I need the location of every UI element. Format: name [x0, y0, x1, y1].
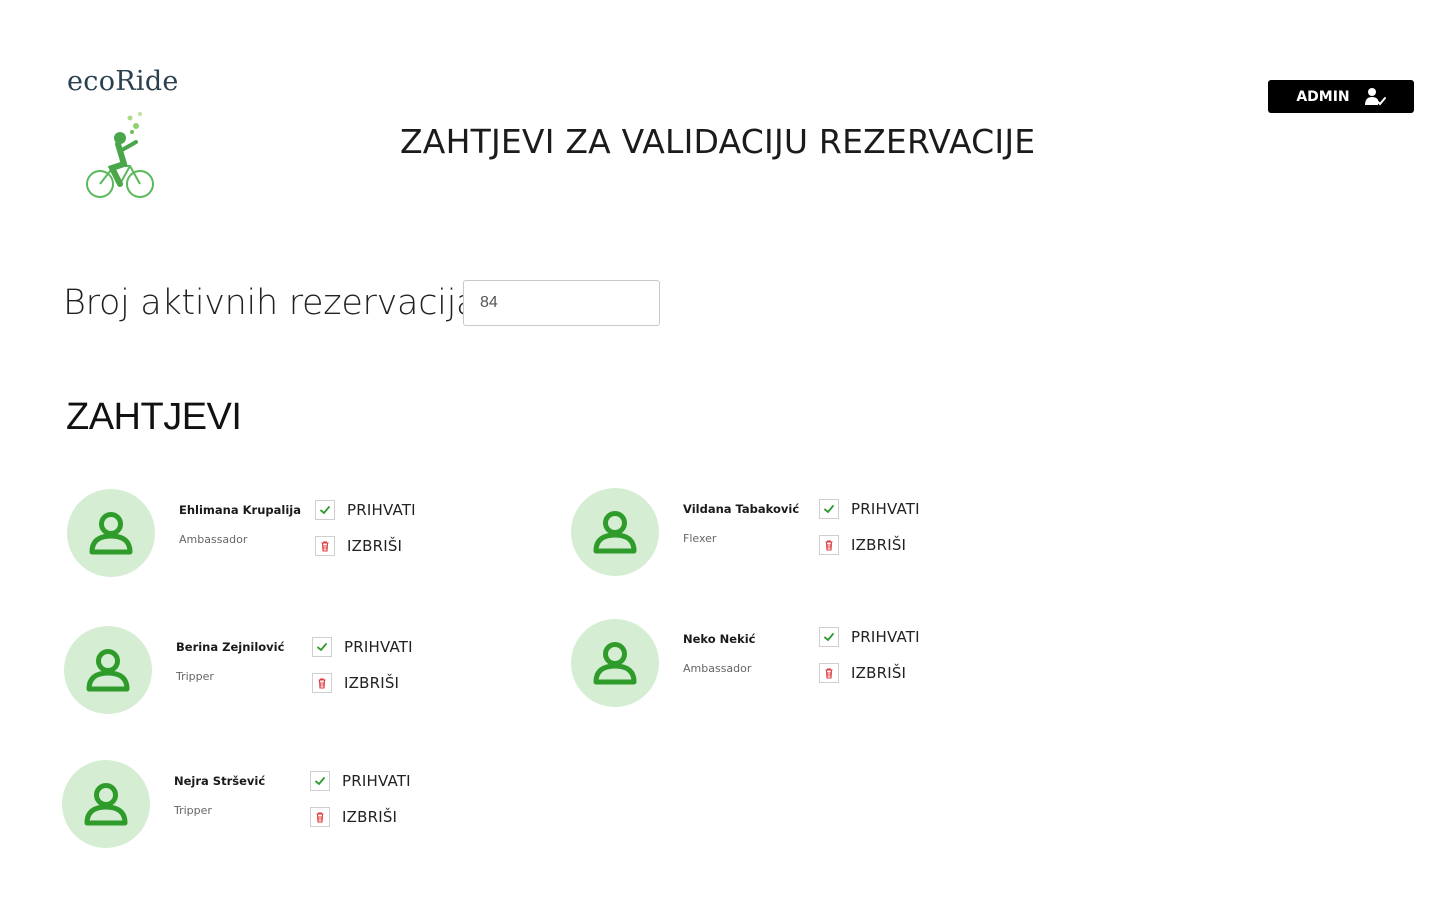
brand-logo-text: ecoRide [67, 66, 179, 97]
page-title: ZAHTJEVI ZA VALIDACIJU REZERVACIJE [400, 122, 1036, 161]
check-icon [824, 633, 834, 642]
request-user-name: Ehlimana Krupalija [179, 503, 301, 517]
delete-label: IZBRIŠI [344, 674, 400, 692]
trash-box [310, 807, 330, 827]
user-icon [89, 512, 133, 555]
avatar [571, 488, 659, 576]
request-card: Nejra Stršević Tripper PRIHVATI IZBRIŠI [62, 760, 482, 850]
user-icon [593, 511, 637, 554]
avatar [62, 760, 150, 848]
user-check-icon [1364, 87, 1386, 105]
delete-button[interactable]: IZBRIŠI [310, 807, 397, 827]
delete-label: IZBRIŠI [851, 664, 907, 682]
checkmark-box [312, 637, 332, 657]
delete-label: IZBRIŠI [347, 537, 403, 555]
user-icon [84, 783, 128, 826]
checkmark-box [310, 771, 330, 791]
request-user-name: Nejra Stršević [174, 774, 266, 788]
accept-button[interactable]: PRIHVATI [819, 627, 920, 647]
avatar [67, 489, 155, 577]
requests-section-title: ZAHTJEVI [66, 396, 242, 438]
checkmark-box [315, 500, 335, 520]
trash-icon [318, 678, 326, 689]
request-user-name: Berina Zejnilović [176, 640, 285, 654]
request-user-name: Vildana Tabaković [683, 502, 800, 516]
active-reservations-label: Broj aktivnih rezervacija: [63, 283, 489, 323]
accept-button[interactable]: PRIHVATI [312, 637, 413, 657]
request-user-role: Flexer [683, 532, 717, 545]
request-user-name: Neko Nekić [683, 632, 756, 646]
delete-button[interactable]: IZBRIŠI [819, 663, 906, 683]
delete-label: IZBRIŠI [342, 808, 398, 826]
trash-icon [825, 668, 833, 679]
request-card: Ehlimana Krupalija Ambassador PRIHVATI I… [67, 489, 487, 579]
trash-icon [825, 540, 833, 551]
trash-box [315, 536, 335, 556]
accept-label: PRIHVATI [851, 628, 920, 646]
trash-box [312, 673, 332, 693]
trash-box [819, 663, 839, 683]
trash-icon [316, 812, 324, 823]
admin-button[interactable]: ADMIN [1268, 80, 1414, 113]
delete-label: IZBRIŠI [851, 536, 907, 554]
check-icon [824, 505, 834, 514]
user-icon [86, 649, 130, 692]
request-user-role: Ambassador [683, 662, 752, 675]
check-icon [320, 506, 330, 515]
accept-button[interactable]: PRIHVATI [819, 499, 920, 519]
request-card: Vildana Tabaković Flexer PRIHVATI IZBRIŠ… [571, 488, 991, 578]
delete-button[interactable]: IZBRIŠI [819, 535, 906, 555]
check-icon [315, 777, 325, 786]
check-icon [317, 643, 327, 652]
accept-label: PRIHVATI [342, 772, 411, 790]
accept-button[interactable]: PRIHVATI [310, 771, 411, 791]
accept-label: PRIHVATI [344, 638, 413, 656]
request-user-role: Tripper [174, 804, 212, 817]
trash-box [819, 535, 839, 555]
request-card: Neko Nekić Ambassador PRIHVATI IZBRIŠI [571, 619, 991, 709]
accept-label: PRIHVATI [347, 501, 416, 519]
accept-button[interactable]: PRIHVATI [315, 500, 416, 520]
request-user-role: Ambassador [179, 533, 248, 546]
avatar [64, 626, 152, 714]
active-reservations-field[interactable] [463, 280, 660, 326]
request-card: Berina Zejnilović Tripper PRIHVATI IZBRI… [64, 626, 484, 716]
delete-button[interactable]: IZBRIŠI [315, 536, 402, 556]
trash-icon [321, 541, 329, 552]
avatar [571, 619, 659, 707]
checkmark-box [819, 499, 839, 519]
cyclist-logo-icon [86, 112, 154, 198]
delete-button[interactable]: IZBRIŠI [312, 673, 399, 693]
admin-button-label: ADMIN [1296, 88, 1350, 105]
user-icon [593, 642, 637, 685]
checkmark-box [819, 627, 839, 647]
request-user-role: Tripper [176, 670, 214, 683]
accept-label: PRIHVATI [851, 500, 920, 518]
